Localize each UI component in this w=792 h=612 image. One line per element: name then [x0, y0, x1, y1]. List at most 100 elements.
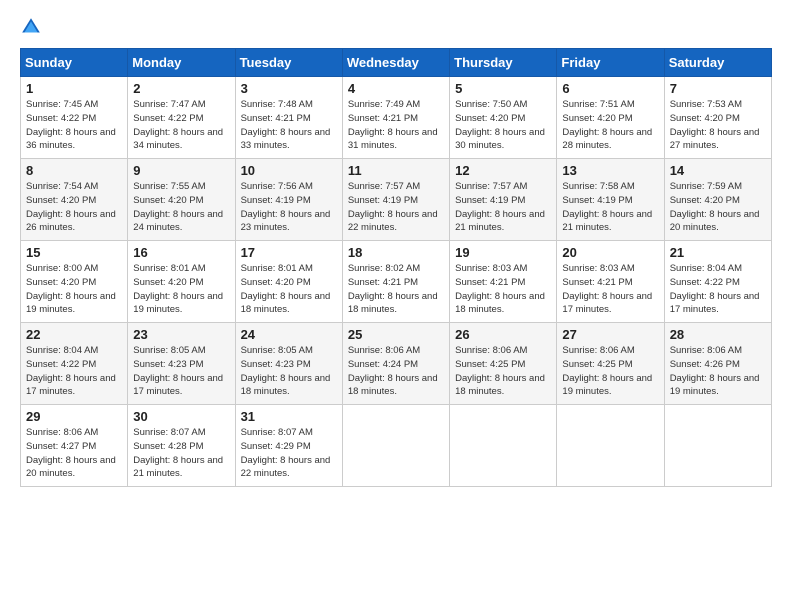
day-number: 2	[133, 81, 229, 96]
weekday-header-cell: Thursday	[450, 49, 557, 77]
calendar-week-row: 15 Sunrise: 8:00 AM Sunset: 4:20 PM Dayl…	[21, 241, 772, 323]
calendar-day-cell: 13 Sunrise: 7:58 AM Sunset: 4:19 PM Dayl…	[557, 159, 664, 241]
day-number: 3	[241, 81, 337, 96]
weekday-header-cell: Wednesday	[342, 49, 449, 77]
day-info: Sunrise: 8:00 AM Sunset: 4:20 PM Dayligh…	[26, 262, 122, 317]
calendar-day-cell: 19 Sunrise: 8:03 AM Sunset: 4:21 PM Dayl…	[450, 241, 557, 323]
calendar-day-cell: 23 Sunrise: 8:05 AM Sunset: 4:23 PM Dayl…	[128, 323, 235, 405]
calendar-week-row: 8 Sunrise: 7:54 AM Sunset: 4:20 PM Dayli…	[21, 159, 772, 241]
day-number: 11	[348, 163, 444, 178]
day-info: Sunrise: 8:03 AM Sunset: 4:21 PM Dayligh…	[455, 262, 551, 317]
day-number: 23	[133, 327, 229, 342]
calendar-day-cell	[450, 405, 557, 487]
calendar-day-cell: 9 Sunrise: 7:55 AM Sunset: 4:20 PM Dayli…	[128, 159, 235, 241]
weekday-header-cell: Sunday	[21, 49, 128, 77]
day-info: Sunrise: 7:50 AM Sunset: 4:20 PM Dayligh…	[455, 98, 551, 153]
day-info: Sunrise: 8:06 AM Sunset: 4:27 PM Dayligh…	[26, 426, 122, 481]
calendar-day-cell: 17 Sunrise: 8:01 AM Sunset: 4:20 PM Dayl…	[235, 241, 342, 323]
day-number: 21	[670, 245, 766, 260]
day-number: 6	[562, 81, 658, 96]
calendar-day-cell: 29 Sunrise: 8:06 AM Sunset: 4:27 PM Dayl…	[21, 405, 128, 487]
day-info: Sunrise: 7:55 AM Sunset: 4:20 PM Dayligh…	[133, 180, 229, 235]
weekday-header-cell: Saturday	[664, 49, 771, 77]
calendar-day-cell: 10 Sunrise: 7:56 AM Sunset: 4:19 PM Dayl…	[235, 159, 342, 241]
day-info: Sunrise: 7:54 AM Sunset: 4:20 PM Dayligh…	[26, 180, 122, 235]
day-info: Sunrise: 8:05 AM Sunset: 4:23 PM Dayligh…	[133, 344, 229, 399]
calendar-day-cell: 30 Sunrise: 8:07 AM Sunset: 4:28 PM Dayl…	[128, 405, 235, 487]
calendar-day-cell: 28 Sunrise: 8:06 AM Sunset: 4:26 PM Dayl…	[664, 323, 771, 405]
calendar-day-cell: 6 Sunrise: 7:51 AM Sunset: 4:20 PM Dayli…	[557, 77, 664, 159]
day-info: Sunrise: 7:48 AM Sunset: 4:21 PM Dayligh…	[241, 98, 337, 153]
calendar-day-cell	[342, 405, 449, 487]
calendar-day-cell: 27 Sunrise: 8:06 AM Sunset: 4:25 PM Dayl…	[557, 323, 664, 405]
day-number: 4	[348, 81, 444, 96]
calendar-day-cell: 7 Sunrise: 7:53 AM Sunset: 4:20 PM Dayli…	[664, 77, 771, 159]
calendar-day-cell: 21 Sunrise: 8:04 AM Sunset: 4:22 PM Dayl…	[664, 241, 771, 323]
day-info: Sunrise: 8:06 AM Sunset: 4:24 PM Dayligh…	[348, 344, 444, 399]
calendar-day-cell: 25 Sunrise: 8:06 AM Sunset: 4:24 PM Dayl…	[342, 323, 449, 405]
day-number: 31	[241, 409, 337, 424]
day-number: 5	[455, 81, 551, 96]
calendar-table: SundayMondayTuesdayWednesdayThursdayFrid…	[20, 48, 772, 487]
day-number: 14	[670, 163, 766, 178]
weekday-header-row: SundayMondayTuesdayWednesdayThursdayFrid…	[21, 49, 772, 77]
day-number: 25	[348, 327, 444, 342]
day-number: 16	[133, 245, 229, 260]
day-number: 18	[348, 245, 444, 260]
calendar-day-cell: 31 Sunrise: 8:07 AM Sunset: 4:29 PM Dayl…	[235, 405, 342, 487]
day-number: 29	[26, 409, 122, 424]
day-info: Sunrise: 7:49 AM Sunset: 4:21 PM Dayligh…	[348, 98, 444, 153]
day-info: Sunrise: 7:59 AM Sunset: 4:20 PM Dayligh…	[670, 180, 766, 235]
day-info: Sunrise: 8:04 AM Sunset: 4:22 PM Dayligh…	[26, 344, 122, 399]
calendar-day-cell: 24 Sunrise: 8:05 AM Sunset: 4:23 PM Dayl…	[235, 323, 342, 405]
day-info: Sunrise: 7:45 AM Sunset: 4:22 PM Dayligh…	[26, 98, 122, 153]
day-number: 1	[26, 81, 122, 96]
day-info: Sunrise: 7:56 AM Sunset: 4:19 PM Dayligh…	[241, 180, 337, 235]
day-info: Sunrise: 8:02 AM Sunset: 4:21 PM Dayligh…	[348, 262, 444, 317]
day-number: 17	[241, 245, 337, 260]
day-info: Sunrise: 7:53 AM Sunset: 4:20 PM Dayligh…	[670, 98, 766, 153]
day-info: Sunrise: 8:03 AM Sunset: 4:21 PM Dayligh…	[562, 262, 658, 317]
day-number: 19	[455, 245, 551, 260]
day-number: 24	[241, 327, 337, 342]
day-info: Sunrise: 8:07 AM Sunset: 4:28 PM Dayligh…	[133, 426, 229, 481]
day-info: Sunrise: 7:58 AM Sunset: 4:19 PM Dayligh…	[562, 180, 658, 235]
calendar-day-cell	[664, 405, 771, 487]
calendar-day-cell: 16 Sunrise: 8:01 AM Sunset: 4:20 PM Dayl…	[128, 241, 235, 323]
day-info: Sunrise: 7:57 AM Sunset: 4:19 PM Dayligh…	[455, 180, 551, 235]
calendar-day-cell: 2 Sunrise: 7:47 AM Sunset: 4:22 PM Dayli…	[128, 77, 235, 159]
day-number: 8	[26, 163, 122, 178]
day-number: 26	[455, 327, 551, 342]
day-number: 10	[241, 163, 337, 178]
day-info: Sunrise: 8:07 AM Sunset: 4:29 PM Dayligh…	[241, 426, 337, 481]
day-number: 7	[670, 81, 766, 96]
calendar-day-cell: 26 Sunrise: 8:06 AM Sunset: 4:25 PM Dayl…	[450, 323, 557, 405]
day-number: 28	[670, 327, 766, 342]
calendar-day-cell: 3 Sunrise: 7:48 AM Sunset: 4:21 PM Dayli…	[235, 77, 342, 159]
calendar-day-cell: 20 Sunrise: 8:03 AM Sunset: 4:21 PM Dayl…	[557, 241, 664, 323]
day-info: Sunrise: 7:57 AM Sunset: 4:19 PM Dayligh…	[348, 180, 444, 235]
day-info: Sunrise: 8:01 AM Sunset: 4:20 PM Dayligh…	[133, 262, 229, 317]
calendar-day-cell: 18 Sunrise: 8:02 AM Sunset: 4:21 PM Dayl…	[342, 241, 449, 323]
calendar-week-row: 29 Sunrise: 8:06 AM Sunset: 4:27 PM Dayl…	[21, 405, 772, 487]
calendar-body: 1 Sunrise: 7:45 AM Sunset: 4:22 PM Dayli…	[21, 77, 772, 487]
calendar-day-cell: 1 Sunrise: 7:45 AM Sunset: 4:22 PM Dayli…	[21, 77, 128, 159]
day-number: 27	[562, 327, 658, 342]
day-number: 30	[133, 409, 229, 424]
header	[20, 16, 772, 38]
calendar-week-row: 22 Sunrise: 8:04 AM Sunset: 4:22 PM Dayl…	[21, 323, 772, 405]
day-info: Sunrise: 8:05 AM Sunset: 4:23 PM Dayligh…	[241, 344, 337, 399]
day-info: Sunrise: 7:47 AM Sunset: 4:22 PM Dayligh…	[133, 98, 229, 153]
calendar-day-cell: 22 Sunrise: 8:04 AM Sunset: 4:22 PM Dayl…	[21, 323, 128, 405]
day-info: Sunrise: 7:51 AM Sunset: 4:20 PM Dayligh…	[562, 98, 658, 153]
calendar-day-cell	[557, 405, 664, 487]
day-info: Sunrise: 8:01 AM Sunset: 4:20 PM Dayligh…	[241, 262, 337, 317]
logo-icon	[20, 16, 42, 38]
weekday-header-cell: Friday	[557, 49, 664, 77]
day-info: Sunrise: 8:04 AM Sunset: 4:22 PM Dayligh…	[670, 262, 766, 317]
calendar-day-cell: 11 Sunrise: 7:57 AM Sunset: 4:19 PM Dayl…	[342, 159, 449, 241]
day-number: 12	[455, 163, 551, 178]
calendar-day-cell: 4 Sunrise: 7:49 AM Sunset: 4:21 PM Dayli…	[342, 77, 449, 159]
calendar-day-cell: 8 Sunrise: 7:54 AM Sunset: 4:20 PM Dayli…	[21, 159, 128, 241]
calendar-day-cell: 12 Sunrise: 7:57 AM Sunset: 4:19 PM Dayl…	[450, 159, 557, 241]
